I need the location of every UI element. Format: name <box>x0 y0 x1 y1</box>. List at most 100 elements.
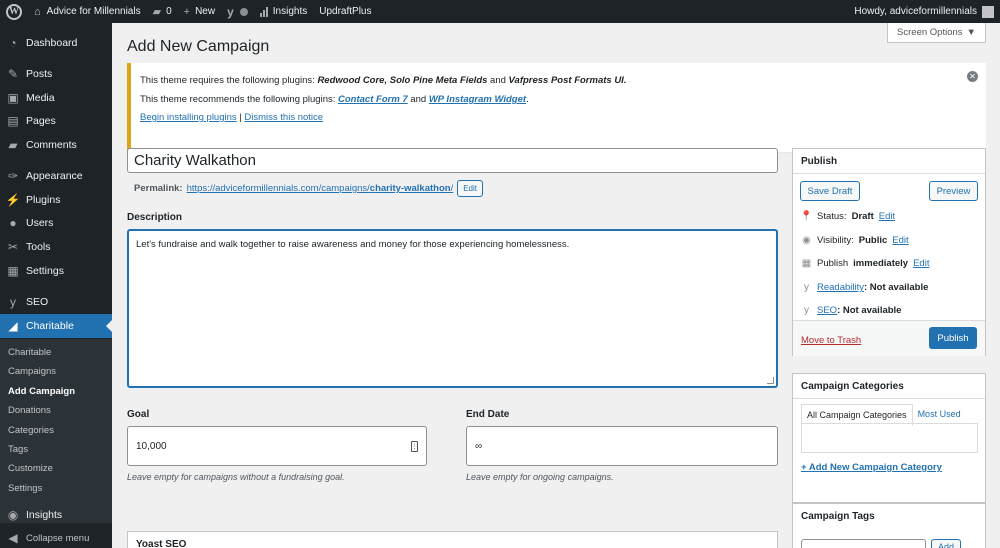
collapse-arrow-icon: ◀ <box>8 531 18 545</box>
updraftplus-menu[interactable]: UpdraftPlus <box>313 0 377 23</box>
sidebar-item-pages[interactable]: ▤ Pages <box>0 109 112 133</box>
submenu-item-customize[interactable]: Customize <box>8 463 53 474</box>
wp-logo-menu[interactable]: W <box>0 0 28 23</box>
end-date-hint: Leave empty for ongoing campaigns. <box>466 472 614 482</box>
avatar <box>982 5 994 18</box>
permalink-row: Permalink: https://adviceformillennials.… <box>134 180 484 197</box>
contact-form-7-link[interactable]: Contact Form 7 <box>338 94 408 105</box>
category-list <box>801 423 978 453</box>
dismiss-notice-link[interactable]: Dismiss this notice <box>244 112 323 123</box>
sidebar-item-insights[interactable]: ◉ Insights <box>0 503 112 527</box>
end-date-input[interactable]: ∞ <box>466 426 778 466</box>
sidebar-item-plugins[interactable]: ⚡ Plugins <box>0 188 112 212</box>
campaign-categories-title: Campaign Categories <box>801 381 904 392</box>
edit-visibility-link[interactable]: Edit <box>892 235 908 246</box>
user-icon: ● <box>9 216 17 230</box>
sidebar-item-appearance[interactable]: ✑ Appearance <box>0 164 112 188</box>
home-icon: ⌂ <box>34 5 41 18</box>
sidebar-item-seo[interactable]: y SEO <box>0 290 112 314</box>
yoast-icon: y <box>804 282 809 293</box>
campaign-categories-metabox: Campaign Categories All Campaign Categor… <box>792 373 986 503</box>
seo-link[interactable]: SEO <box>817 305 837 316</box>
submenu-item-campaigns[interactable]: Campaigns <box>8 366 56 377</box>
new-content-menu[interactable]: + New <box>178 0 221 23</box>
save-draft-button[interactable]: Save Draft <box>800 181 860 201</box>
yoast-menu[interactable]: y <box>221 0 254 23</box>
notice-required-line: This theme requires the following plugin… <box>140 75 627 86</box>
description-label: Description <box>127 212 183 223</box>
sidebar-item-tools[interactable]: ✂ Tools <box>0 235 112 259</box>
charitable-submenu: Charitable Campaigns Add Campaign Donati… <box>0 339 112 523</box>
collapse-menu-button[interactable]: ◀ Collapse menu <box>0 526 112 548</box>
publish-actions: Move to Trash Publish <box>793 320 985 356</box>
edit-status-link[interactable]: Edit <box>879 211 895 222</box>
my-account-menu[interactable]: Howdy, adviceformillennials <box>854 5 1000 18</box>
campaign-title-input[interactable]: Charity Walkathon <box>127 148 778 173</box>
new-label: New <box>195 6 216 17</box>
preview-button[interactable]: Preview <box>929 181 978 201</box>
screen-options-button[interactable]: Screen Options ▼ <box>887 23 986 43</box>
plug-icon: ⚡ <box>5 193 21 207</box>
wordpress-logo-icon: W <box>6 3 22 20</box>
tag-input[interactable] <box>801 539 926 548</box>
insights-menu[interactable]: Insights <box>254 0 313 23</box>
submenu-item-categories[interactable]: Categories <box>8 425 54 436</box>
description-text: Let's fundraise and walk together to rai… <box>136 239 570 250</box>
admin-sidebar: ◔ Dashboard ✎ Posts ▣ Media ▤ Pages ▰ Comment… <box>0 23 112 548</box>
submenu-item-charitable[interactable]: Charitable <box>8 347 51 358</box>
publish-title: Publish <box>801 156 838 167</box>
settings-icon: ▦ <box>7 264 19 278</box>
wp-instagram-widget-link[interactable]: WP Instagram Widget <box>429 94 526 105</box>
site-name-menu[interactable]: ⌂ Advice for Millennials <box>28 0 147 23</box>
permalink-link[interactable]: https://adviceformillennials.com/campaig… <box>187 183 454 194</box>
add-new-category-link[interactable]: + Add New Campaign Category <box>801 462 942 473</box>
comments-menu[interactable]: ▰ 0 <box>147 0 178 23</box>
dismiss-notice-icon[interactable]: ✕ <box>967 71 978 82</box>
pushpin-icon: ✎ <box>7 67 19 81</box>
begin-installing-plugins-link[interactable]: Begin installing plugins <box>140 112 237 123</box>
move-to-trash-link[interactable]: Move to Trash <box>801 335 861 346</box>
edit-permalink-button[interactable]: Edit <box>457 180 484 197</box>
insights-label: Insights <box>272 6 308 17</box>
description-textarea[interactable]: Let's fundraise and walk together to rai… <box>127 229 778 388</box>
bar-chart-icon <box>259 6 268 17</box>
sidebar-item-comments[interactable]: ▰ Comments <box>0 133 112 157</box>
sidebar-item-media[interactable]: ▣ Media <box>0 86 112 110</box>
goal-label: Goal <box>127 409 150 420</box>
submenu-item-add-campaign[interactable]: Add Campaign <box>8 386 75 397</box>
publish-date-row: ▦ Publish immediately Edit <box>801 258 930 269</box>
submenu-item-settings[interactable]: Settings <box>8 483 42 494</box>
end-date-label: End Date <box>466 409 510 420</box>
updraftplus-label: UpdraftPlus <box>319 6 372 17</box>
pin-icon: 📍 <box>800 211 813 222</box>
site-name: Advice for Millennials <box>46 6 141 17</box>
yoast-seo-title[interactable]: Yoast SEO <box>136 539 186 548</box>
publish-metabox: Publish Save Draft Preview 📍 Status: Draf… <box>792 148 986 356</box>
comment-icon: ▰ <box>8 138 18 152</box>
publish-button[interactable]: Publish <box>929 327 977 349</box>
sidebar-item-users[interactable]: ● Users <box>0 211 112 235</box>
goal-input[interactable]: 10,000 ⋮ <box>127 426 427 466</box>
main-content: Screen Options ▼ Add New Campaign This t… <box>112 23 1000 548</box>
yoast-icon: y <box>227 4 234 19</box>
number-spinner-icon[interactable]: ⋮ <box>411 440 418 452</box>
paintbrush-icon: ✑ <box>7 169 19 183</box>
resize-handle-icon[interactable] <box>767 377 774 384</box>
comments-count: 0 <box>166 6 172 17</box>
page-icon: ▤ <box>7 114 19 128</box>
permalink-label: Permalink: <box>134 183 183 194</box>
sidebar-item-posts[interactable]: ✎ Posts <box>0 62 112 86</box>
submenu-item-donations[interactable]: Donations <box>8 405 51 416</box>
charitable-icon: ◢ <box>8 319 18 333</box>
status-row: 📍 Status: Draft Edit <box>800 211 896 222</box>
readability-link[interactable]: Readability <box>817 282 864 293</box>
add-tag-button[interactable]: Add <box>931 539 961 548</box>
sidebar-item-charitable[interactable]: ◢ Charitable <box>0 314 112 338</box>
wrench-icon: ✂ <box>7 240 19 254</box>
plus-icon: + <box>183 5 191 18</box>
submenu-item-tags[interactable]: Tags <box>8 444 28 455</box>
dashboard-icon: ◔ <box>9 36 17 50</box>
sidebar-item-dashboard[interactable]: ◔ Dashboard <box>0 31 112 55</box>
edit-publish-date-link[interactable]: Edit <box>913 258 929 269</box>
sidebar-item-settings[interactable]: ▦ Settings <box>0 259 112 283</box>
